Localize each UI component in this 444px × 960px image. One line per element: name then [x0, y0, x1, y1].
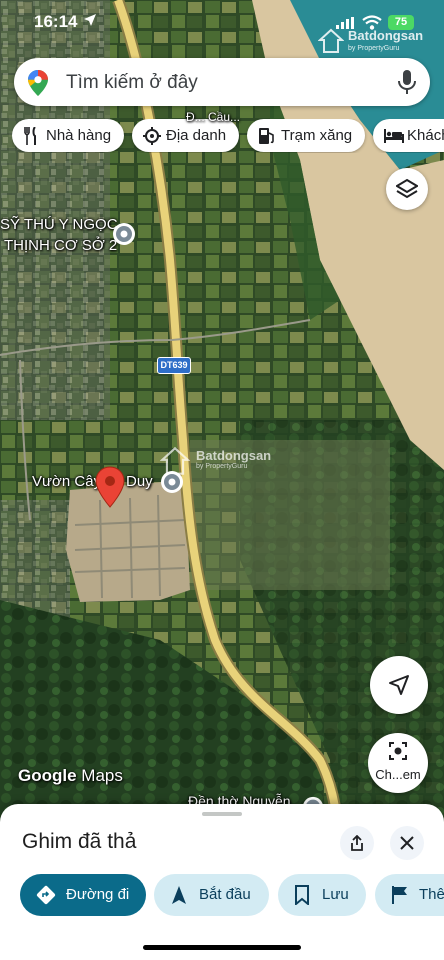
landmark-icon — [143, 127, 161, 145]
directions-label: Đường đi — [66, 886, 130, 903]
street-view-icon — [389, 742, 407, 760]
watermark-name: Batdongsan — [196, 448, 272, 463]
bookmark-icon — [295, 885, 309, 905]
dropped-pin-icon[interactable] — [95, 466, 125, 508]
batdongsan-logo-icon — [317, 28, 345, 53]
chip-label: Nhà hàng — [46, 127, 112, 144]
close-icon — [400, 836, 414, 850]
directions-button[interactable]: Đường đi — [20, 874, 146, 916]
google-maps-logo: Google Maps — [18, 766, 123, 785]
road-badge: DT639 — [157, 357, 191, 374]
start-label: Bắt đầu — [199, 886, 251, 903]
navigation-arrow-icon — [389, 675, 409, 695]
directions-icon — [36, 885, 56, 905]
chip-gas-stations[interactable]: Trạm xăng — [247, 119, 365, 152]
search-bar[interactable] — [14, 58, 430, 106]
label-label: Thê — [419, 886, 444, 903]
fork-knife-icon — [24, 127, 36, 145]
flag-icon — [392, 886, 407, 904]
location-arrow-icon — [84, 14, 96, 26]
place-sheet: Ghim đã thả Đường đi Bắt đầu Lưu Thê — [0, 804, 444, 960]
navigation-icon — [172, 886, 186, 904]
bed-icon — [384, 129, 404, 143]
chip-label: Khách — [407, 127, 444, 144]
sheet-title: Ghim đã thả — [22, 830, 137, 853]
microphone-icon[interactable] — [398, 70, 416, 94]
save-button[interactable]: Lưu — [278, 874, 366, 916]
chip-label: Trạm xăng — [281, 127, 353, 144]
street-view-button[interactable]: Ch...em — [368, 733, 428, 793]
action-buttons: Đường đi Bắt đầu Lưu Thê — [20, 874, 444, 918]
google-maps-pin-icon — [28, 70, 48, 96]
chip-label: Địa danh — [166, 127, 227, 144]
watermark-sub: by PropertyGuru — [348, 45, 400, 52]
map-label-poi: SỸ THÚ Y NGỌC — [0, 216, 118, 233]
home-indicator — [143, 945, 301, 950]
poi-marker-icon[interactable] — [160, 470, 184, 494]
chip-hotels[interactable]: Khách — [373, 119, 444, 152]
map-label-poi: Duy — [126, 473, 153, 490]
map-label-poi: Vườn Cây — [32, 473, 102, 490]
search-input[interactable] — [64, 68, 388, 98]
layers-button[interactable] — [386, 168, 428, 210]
map-label-poi: THỊNH CƠ SỞ 2 — [4, 237, 118, 254]
gas-station-icon — [259, 128, 274, 144]
share-icon — [351, 835, 363, 851]
watermark-sub: by PropertyGuru — [196, 463, 248, 470]
share-button[interactable] — [340, 826, 374, 860]
status-time: 16:14 — [34, 12, 78, 31]
my-location-button[interactable] — [370, 656, 428, 714]
watermark-top: Batdongsan by PropertyGuru — [317, 28, 423, 59]
label-button[interactable]: Thê — [375, 874, 444, 916]
watermark-name: Batdongsan — [348, 28, 424, 43]
close-button[interactable] — [390, 826, 424, 860]
start-button[interactable]: Bắt đầu — [154, 874, 269, 916]
chip-restaurants[interactable]: Nhà hàng — [12, 119, 124, 152]
poi-marker-icon[interactable] — [112, 222, 136, 246]
layers-icon — [396, 178, 418, 199]
street-view-label: Ch...em — [375, 767, 421, 782]
map-label-top: Đ... Cầu... — [186, 110, 241, 124]
save-label: Lưu — [322, 886, 349, 903]
sheet-drag-handle[interactable] — [202, 812, 242, 816]
